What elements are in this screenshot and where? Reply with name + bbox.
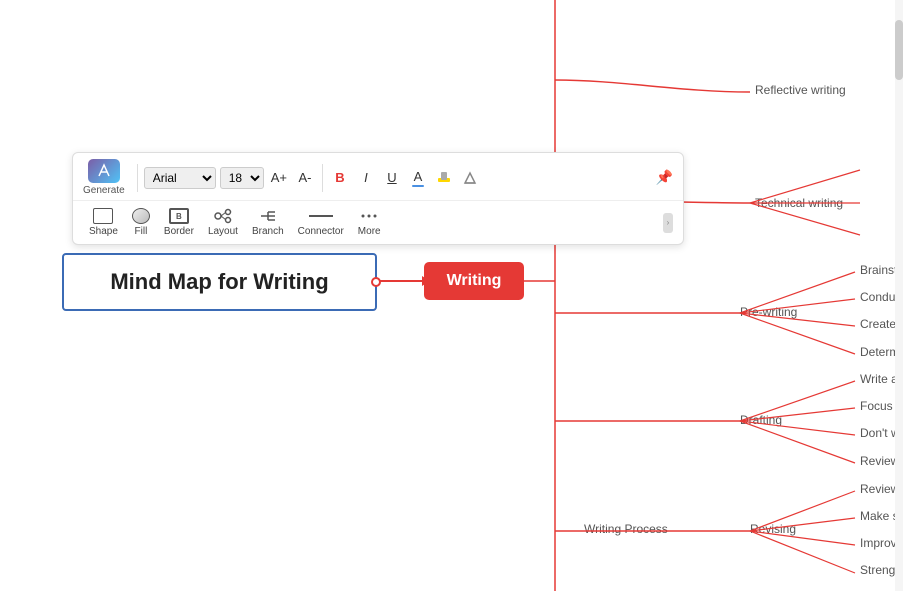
font-color-btn[interactable]: A xyxy=(407,167,429,189)
border-btn[interactable]: B Border xyxy=(158,205,200,240)
fill-btn[interactable]: Fill xyxy=(126,205,156,240)
writing-node[interactable]: Writing xyxy=(424,262,524,300)
pin-icon[interactable]: 📌 xyxy=(656,169,673,186)
branch-btn[interactable]: Branch xyxy=(246,205,290,240)
toolbar-top-row: Generate Arial Times New Roman Verdana 1… xyxy=(73,153,683,201)
increase-font-btn[interactable]: A+ xyxy=(268,167,290,189)
divider-1 xyxy=(137,164,138,192)
branch-technical: Technical writing xyxy=(755,196,843,210)
expand-handle[interactable]: › xyxy=(663,213,673,233)
scroll-thumb[interactable] xyxy=(895,20,903,80)
connector-dot xyxy=(371,277,381,287)
font-size-select[interactable]: 18 12 14 16 20 24 xyxy=(220,167,264,189)
bold-btn[interactable]: B xyxy=(329,167,351,189)
decrease-font-btn[interactable]: A- xyxy=(294,167,316,189)
generate-label: Generate xyxy=(83,185,125,196)
toolbar-bottom-row: Shape Fill B Border Layout xyxy=(73,201,683,244)
branch-drafting: Drafting xyxy=(740,413,782,427)
connector-btn[interactable]: Connector xyxy=(292,205,350,240)
branch-pre-writing: Pre-writing xyxy=(740,305,797,319)
more-btn[interactable]: More xyxy=(352,205,387,240)
main-node-text: Mind Map for Writing xyxy=(110,269,328,295)
toolbar: Generate Arial Times New Roman Verdana 1… xyxy=(72,152,684,245)
font-family-select[interactable]: Arial Times New Roman Verdana xyxy=(144,167,216,189)
highlight-btn[interactable] xyxy=(433,167,455,189)
branch-writing-process: Writing Process xyxy=(584,522,668,536)
underline-btn[interactable]: U xyxy=(381,167,403,189)
layout-btn[interactable]: Layout xyxy=(202,205,244,240)
divider-2 xyxy=(322,164,323,192)
eraser-btn[interactable] xyxy=(459,167,481,189)
writing-node-text: Writing xyxy=(447,272,502,290)
shape-btn[interactable]: Shape xyxy=(83,205,124,240)
scrollbar[interactable] xyxy=(895,0,903,591)
main-node[interactable]: Mind Map for Writing xyxy=(62,253,377,311)
generate-btn[interactable]: Generate xyxy=(83,159,125,196)
branch-revising: Revising xyxy=(750,522,796,536)
italic-btn[interactable]: I xyxy=(355,167,377,189)
branch-reflective: Reflective writing xyxy=(755,83,846,97)
